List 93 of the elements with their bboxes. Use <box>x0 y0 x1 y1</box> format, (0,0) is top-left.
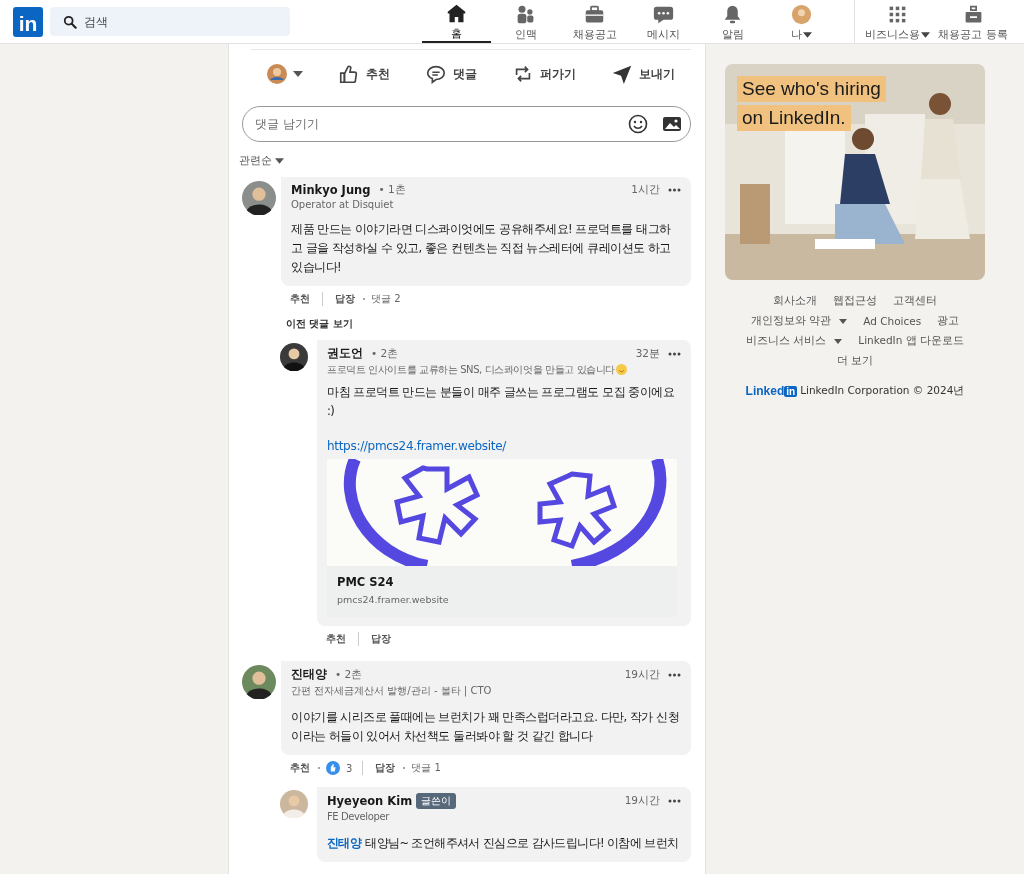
author-name[interactable]: Hyeyeon Kim <box>327 794 413 808</box>
copyright-text: LinkedIn Corporation © 2024년 <box>800 384 965 398</box>
footer-link[interactable]: 광고 <box>937 314 960 328</box>
ad-headline: See who's hiring <box>737 76 886 102</box>
author-name[interactable]: Minkyo Jung <box>291 183 371 197</box>
repost-button[interactable]: 퍼가기 <box>506 59 582 89</box>
caret-icon[interactable] <box>839 318 848 324</box>
avatar <box>791 4 812 25</box>
comment-button[interactable]: 댓글 <box>419 59 483 89</box>
reply-link[interactable]: 답장 <box>373 761 398 775</box>
image-icon[interactable] <box>662 114 682 134</box>
connection-degree: • 2촌 <box>371 346 399 361</box>
caret-icon <box>275 158 284 164</box>
comment-time: 19시간 <box>624 794 660 808</box>
avatar[interactable] <box>242 665 276 699</box>
linkedin-wordmark: Linked <box>745 384 785 398</box>
author-headline: FE Developer <box>327 811 389 822</box>
author-name[interactable]: 진태양 <box>291 667 327 682</box>
emoji-icon[interactable] <box>628 114 648 134</box>
business-menu[interactable]: 비즈니스용 <box>859 0 935 43</box>
url-link[interactable]: https://pmcs24.framer.website/ <box>327 439 681 453</box>
footer-link[interactable]: Ad Choices <box>863 315 922 327</box>
footer-link[interactable]: 비즈니스 서비스 <box>746 334 827 348</box>
linkedin-logo[interactable]: in <box>13 7 43 37</box>
more-icon[interactable] <box>668 188 681 192</box>
comment-text: 마침 프로덕트 만드는 분들이 매주 글쓰는 프로그램도 모집 중이에요 :) <box>327 384 676 420</box>
footer-link[interactable]: 웹접근성 <box>833 294 877 308</box>
caret-icon <box>293 71 303 77</box>
ad-headline: on LinkedIn. <box>737 105 851 131</box>
load-previous-replies[interactable]: 이전 댓글 보기 <box>286 317 353 331</box>
send-button[interactable]: 보내기 <box>605 59 681 89</box>
author-badge: 글쓴이 <box>416 793 457 809</box>
more-icon[interactable] <box>668 351 681 356</box>
preview-domain: pmcs24.framer.website <box>337 594 450 605</box>
sort-dropdown[interactable]: 관련순 <box>239 154 284 168</box>
footer-link[interactable]: 개인정보와 약관 <box>750 314 832 328</box>
comment-time: 32분 <box>635 346 660 361</box>
separator-dot <box>318 767 320 769</box>
nav-tab[interactable]: 알림 <box>698 0 767 43</box>
reply-count[interactable]: 댓글 2 <box>371 292 401 306</box>
connection-degree: • 1촌 <box>378 183 406 197</box>
search-icon <box>63 15 77 29</box>
preview-title: PMC S24 <box>337 575 395 589</box>
nav-tab[interactable]: 인맥 <box>491 0 560 43</box>
reaction-count[interactable]: 3 <box>346 762 353 774</box>
briefcase-icon <box>584 4 605 25</box>
author-headline: 간편 전자세금계산서 발행/관리 - 볼타 | CTO <box>291 684 493 698</box>
more-icon[interactable] <box>668 672 681 677</box>
footer-link[interactable]: 더 보기 <box>836 354 874 368</box>
reply-count[interactable]: 댓글 1 <box>411 761 441 775</box>
like-link[interactable]: 추천 <box>288 761 312 775</box>
author-headline: Operator at Disquiet <box>291 199 395 210</box>
comment-text: 이야기를 시리즈로 풀때에는 브런치가 꽤 만족스럽더라고요. 다만, 작가 신청이라는 허들이 있어서 차선책도 둘러봐야 할 것 같긴 합니다 <box>291 709 681 745</box>
comment-text: 진태양 태양님~ 조언해주셔서 진심으로 감사드립니다! 이참에 브런치 <box>327 835 680 852</box>
reply-link[interactable]: 답장 <box>333 292 357 306</box>
comment-time: 19시간 <box>624 667 660 682</box>
ad-banner[interactable]: See who's hiring on LinkedIn. <box>725 64 985 280</box>
like-link[interactable]: 추천 <box>288 292 312 306</box>
avatar <box>267 64 287 84</box>
footer-link[interactable]: 고객센터 <box>893 294 937 308</box>
search-field[interactable]: 검색 <box>50 7 290 36</box>
nav-tab[interactable]: 메시지 <box>629 0 698 43</box>
footer-link[interactable]: LinkedIn 앱 다운로드 <box>858 334 964 348</box>
reply-link[interactable]: 답장 <box>369 632 393 646</box>
nav-tab[interactable]: 나 <box>767 0 836 43</box>
nav-tab[interactable]: 채용공고 <box>560 0 629 43</box>
more-icon[interactable] <box>668 799 681 803</box>
link-preview-card[interactable]: PMC S24 pmcs24.framer.website <box>327 459 677 617</box>
connection-degree: • 2촌 <box>335 667 363 682</box>
like-link[interactable]: 추천 <box>324 632 348 646</box>
bell-icon <box>722 4 743 25</box>
avatar[interactable] <box>280 343 308 371</box>
separator-dot <box>403 767 406 769</box>
comment-icon <box>425 63 447 85</box>
like-reaction-icon <box>326 761 340 775</box>
chat-bubble-icon <box>653 4 674 25</box>
author-name[interactable]: 권도언 <box>327 346 363 361</box>
separator-dot <box>363 298 365 300</box>
author-headline: 프로덕트 인사이트를 교류하는 SNS, 디스콰이엇을 만들고 있습니다 <box>327 363 616 377</box>
mention-link[interactable]: 진태양 <box>327 836 362 850</box>
comment-input[interactable]: 댓글 남기기 <box>242 106 691 142</box>
footer-link[interactable]: 회사소개 <box>773 294 817 308</box>
thumbs-up-icon <box>338 63 360 85</box>
linkedin-mark: in <box>784 385 798 397</box>
send-icon <box>611 63 633 85</box>
post-job-link[interactable]: 채용공고 등록 <box>935 0 1011 43</box>
like-button[interactable]: 추천 <box>332 59 396 89</box>
caret-icon[interactable] <box>834 338 843 344</box>
avatar[interactable] <box>242 181 276 215</box>
comment-time: 1시간 <box>631 183 660 197</box>
house-icon <box>446 3 467 24</box>
people-icon <box>515 4 536 25</box>
comment-text: 제품 만드는 이야기라면 디스콰이엇에도 공유해주세요! 프로덕트를 태그하고 글을 작성하실 수 있고, 좋은 컨텐츠는 직접 뉴스레터에 큐레이션도 하고 있습니다! <box>291 221 672 276</box>
